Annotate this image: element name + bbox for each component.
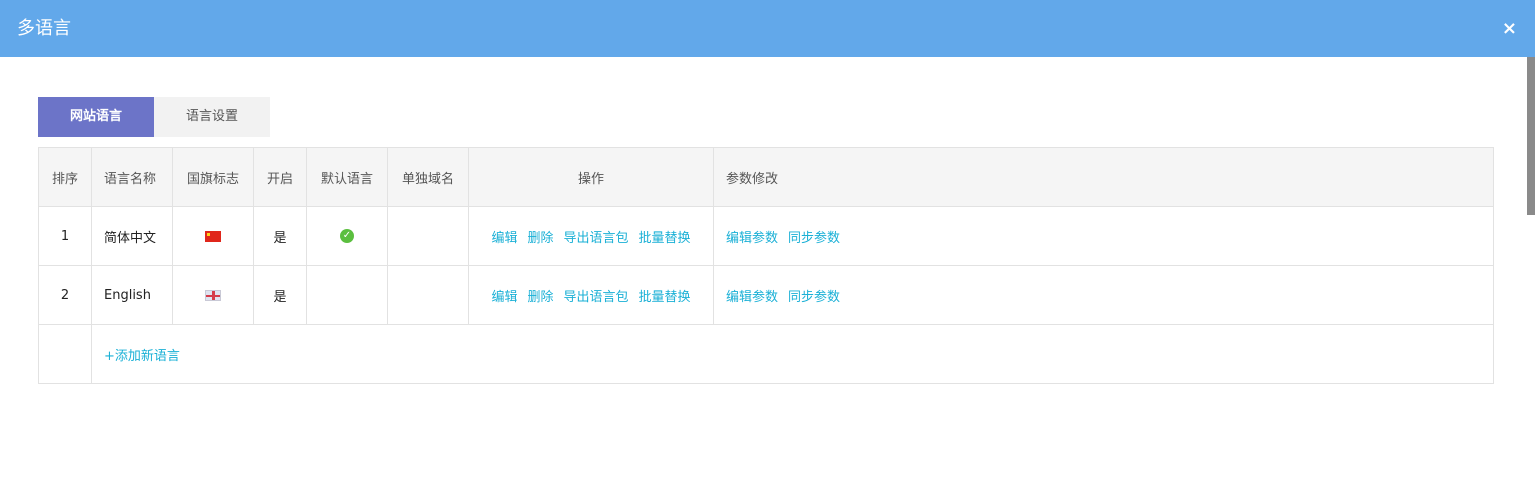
- row-enabled: 是: [253, 206, 307, 266]
- edit-params-link[interactable]: 编辑参数: [726, 290, 778, 305]
- row-default: [306, 265, 388, 325]
- batch-replace-link[interactable]: 批量替换: [639, 290, 691, 305]
- dialog-title: 多语言: [17, 18, 71, 39]
- row-flag: [172, 206, 254, 266]
- row-language-name: 简体中文: [91, 206, 173, 266]
- table-row: 1 简体中文 是 ✓ 编辑 删除 导出语言包 批量替换 编辑参数 同步参数: [38, 206, 1494, 266]
- header-actions: 操作: [468, 147, 714, 207]
- language-table: 排序 语言名称 国旗标志 开启 默认语言 单独域名 操作 参数修改 1 简体中文…: [38, 147, 1494, 384]
- row-params: 编辑参数 同步参数: [713, 206, 1494, 266]
- header-domain: 单独域名: [387, 147, 469, 207]
- close-button[interactable]: ×: [1502, 0, 1517, 57]
- tab-bar: 网站语言 语言设置: [38, 97, 270, 137]
- row-default: ✓: [306, 206, 388, 266]
- tab-website-languages[interactable]: 网站语言: [38, 97, 154, 137]
- edit-link[interactable]: 编辑: [491, 231, 517, 246]
- row-enabled: 是: [253, 265, 307, 325]
- header-params: 参数修改: [713, 147, 1494, 207]
- uk-flag-icon: [205, 289, 221, 301]
- row-domain: [387, 206, 469, 266]
- row-actions: 编辑 删除 导出语言包 批量替换: [468, 206, 714, 266]
- header-language-name: 语言名称: [91, 147, 173, 207]
- edit-link[interactable]: 编辑: [491, 290, 517, 305]
- export-language-pack-link[interactable]: 导出语言包: [564, 290, 629, 305]
- batch-replace-link[interactable]: 批量替换: [639, 231, 691, 246]
- delete-link[interactable]: 删除: [527, 290, 553, 305]
- row-domain: [387, 265, 469, 325]
- row-language-name: English: [91, 265, 173, 325]
- check-circle-icon: ✓: [340, 229, 354, 243]
- header-enabled: 开启: [253, 147, 307, 207]
- edit-params-link[interactable]: 编辑参数: [726, 231, 778, 246]
- add-language-row: +添加新语言: [38, 324, 1494, 384]
- add-language-link[interactable]: +添加新语言: [104, 349, 180, 364]
- row-actions: 编辑 删除 导出语言包 批量替换: [468, 265, 714, 325]
- tab-language-settings[interactable]: 语言设置: [154, 97, 270, 137]
- dialog-titlebar: 多语言 ×: [0, 0, 1535, 57]
- scrollbar-thumb[interactable]: [1527, 57, 1535, 215]
- row-order: 2: [38, 265, 92, 325]
- header-flag: 国旗标志: [172, 147, 254, 207]
- row-flag: [172, 265, 254, 325]
- add-row-cell: +添加新语言: [91, 324, 1494, 384]
- header-default-language: 默认语言: [306, 147, 388, 207]
- sync-params-link[interactable]: 同步参数: [788, 231, 840, 246]
- header-order: 排序: [38, 147, 92, 207]
- add-row-spacer: [38, 324, 92, 384]
- row-params: 编辑参数 同步参数: [713, 265, 1494, 325]
- delete-link[interactable]: 删除: [527, 231, 553, 246]
- row-order: 1: [38, 206, 92, 266]
- china-flag-icon: [205, 230, 221, 242]
- sync-params-link[interactable]: 同步参数: [788, 290, 840, 305]
- export-language-pack-link[interactable]: 导出语言包: [564, 231, 629, 246]
- table-row: 2 English 是 编辑 删除 导出语言包 批量替换 编辑参数 同步参数: [38, 265, 1494, 325]
- table-header-row: 排序 语言名称 国旗标志 开启 默认语言 单独域名 操作 参数修改: [38, 147, 1494, 207]
